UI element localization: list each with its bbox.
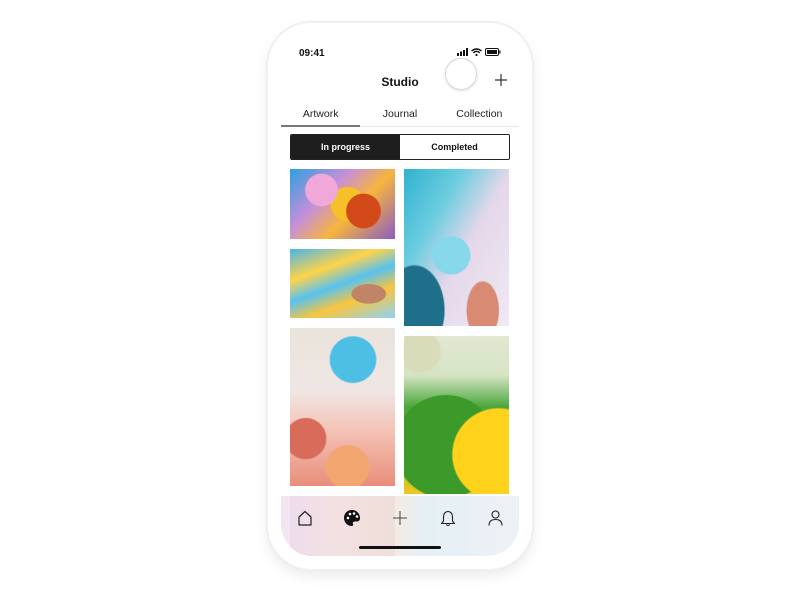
top-tabs: Artwork Journal Collection	[281, 102, 519, 127]
status-icons	[457, 48, 501, 56]
battery-icon	[485, 48, 501, 56]
wifi-icon	[471, 48, 482, 56]
touch-indicator	[445, 58, 477, 90]
tabbar-profile[interactable]	[485, 508, 505, 528]
artwork-tile[interactable]	[404, 169, 509, 326]
tabbar-palette[interactable]	[342, 508, 362, 528]
artwork-tile[interactable]	[404, 336, 509, 494]
tabbar-home[interactable]	[295, 508, 315, 528]
tab-artwork[interactable]: Artwork	[281, 102, 361, 127]
artwork-tile[interactable]	[290, 169, 395, 239]
add-button[interactable]	[493, 72, 509, 88]
app-screen: 09:41 Studio Artwork Journal Collection …	[281, 36, 519, 556]
artwork-tile[interactable]	[290, 249, 395, 318]
tab-collection[interactable]: Collection	[440, 102, 519, 126]
segmented-control: In progress Completed	[290, 134, 510, 160]
signal-icon	[457, 48, 468, 56]
plus-icon	[392, 511, 407, 525]
bell-icon	[440, 510, 455, 526]
tab-journal[interactable]: Journal	[360, 102, 439, 126]
nav-bar: Studio	[281, 70, 519, 96]
status-bar: 09:41	[281, 36, 519, 70]
palette-icon	[344, 510, 361, 526]
segment-completed[interactable]: Completed	[400, 135, 509, 159]
plus-icon	[495, 74, 507, 86]
segment-in-progress[interactable]: In progress	[291, 135, 400, 159]
page-title: Studio	[381, 75, 419, 89]
artwork-tile[interactable]	[290, 328, 395, 486]
status-time: 09:41	[299, 48, 325, 59]
home-indicator[interactable]	[359, 546, 441, 549]
profile-icon	[488, 510, 503, 526]
tabbar-create[interactable]	[390, 508, 410, 528]
tabbar-notifications[interactable]	[438, 508, 458, 528]
home-icon	[298, 510, 312, 526]
